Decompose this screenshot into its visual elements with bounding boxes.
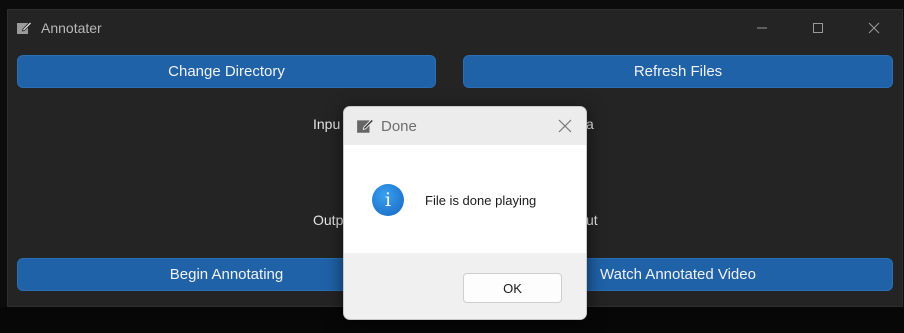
input-label: Inpu <box>313 116 341 132</box>
ok-button[interactable]: OK <box>463 273 562 303</box>
info-icon: i <box>372 184 404 216</box>
dialog-body: i File is done playing <box>344 145 586 253</box>
maximize-button[interactable] <box>790 10 846 46</box>
dialog-footer: OK <box>344 253 586 319</box>
done-dialog: Done i File is done playing OK <box>343 106 587 320</box>
window-title: Annotater <box>41 20 102 36</box>
output-label-right: ut <box>586 212 598 228</box>
window-titlebar: Annotater <box>8 10 902 46</box>
maximize-icon <box>813 23 823 33</box>
dialog-close-button[interactable] <box>554 115 576 137</box>
edit-note-icon <box>16 20 32 36</box>
close-button[interactable] <box>846 10 902 46</box>
dialog-titlebar: Done <box>344 107 586 145</box>
minimize-icon <box>757 27 767 29</box>
minimize-button[interactable] <box>734 10 790 46</box>
input-label-right: a <box>586 116 594 132</box>
output-label: Outp <box>313 212 344 228</box>
close-icon <box>558 119 572 133</box>
close-icon <box>868 22 880 34</box>
edit-note-icon <box>356 117 374 135</box>
dialog-title: Done <box>381 117 417 135</box>
refresh-files-button[interactable]: Refresh Files <box>463 55 893 88</box>
window-controls <box>734 10 902 46</box>
dialog-message: File is done playing <box>425 193 537 208</box>
change-directory-button[interactable]: Change Directory <box>17 55 436 88</box>
